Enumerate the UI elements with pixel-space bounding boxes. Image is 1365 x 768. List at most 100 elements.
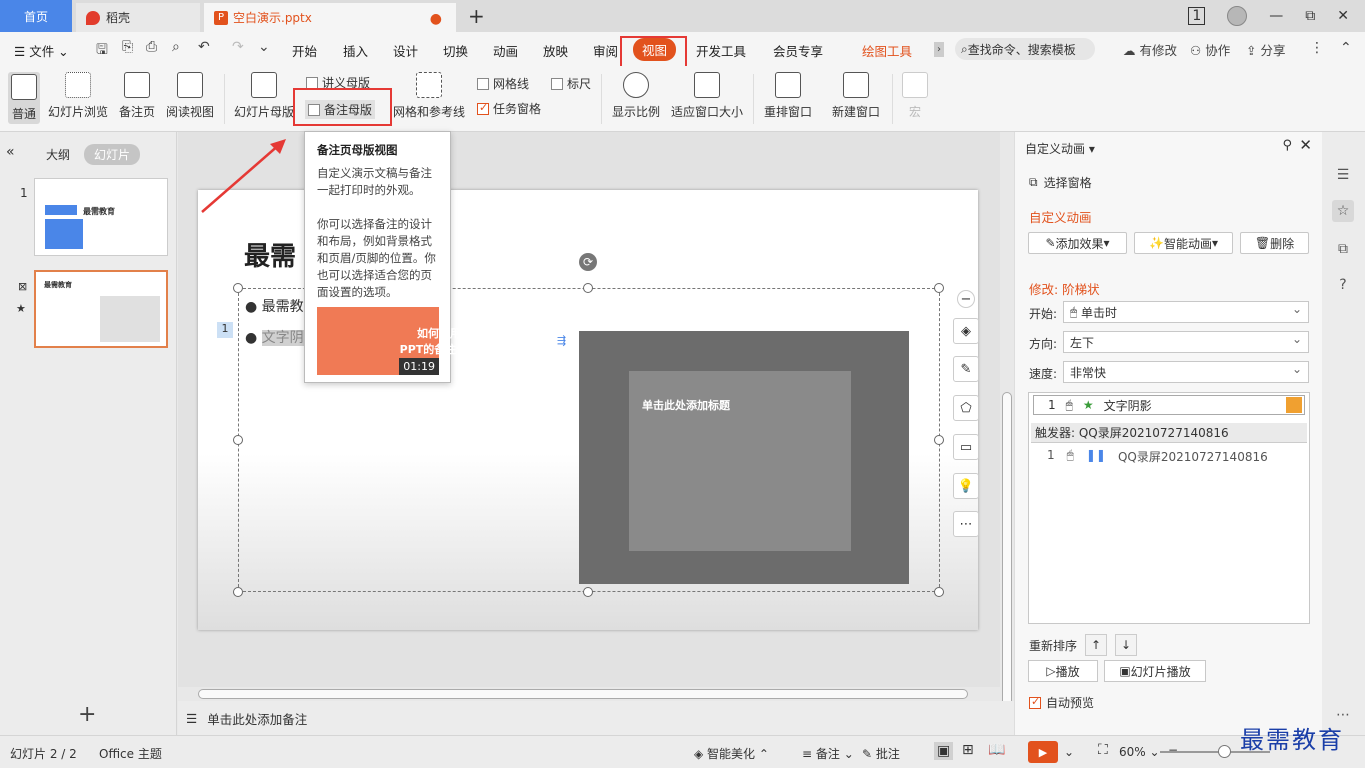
command-search[interactable]: ⌕ 查找命令、搜索模板 (955, 38, 1095, 60)
slideshow-play-icon[interactable]: ▶ (1028, 741, 1058, 763)
animation-item[interactable]: 1 🖱 ★ 文字阴影 (1033, 395, 1305, 415)
notes-placeholder[interactable]: 单击此处添加备注 (207, 709, 307, 728)
close-window-button[interactable]: ✕ (1337, 8, 1349, 24)
menu-developer[interactable]: 开发工具 (696, 41, 746, 60)
macro-button[interactable]: 宏 (902, 72, 928, 120)
tooltip-video[interactable]: 如何使用 PPT的备注母版 01:19 (317, 307, 478, 375)
speed-select[interactable]: 非常快 (1063, 361, 1309, 383)
zoom-button[interactable]: 显示比例 (612, 72, 660, 120)
play-options-icon[interactable]: ⌄ (1064, 745, 1074, 759)
bullet-item-1[interactable]: ● 最需教 (245, 296, 304, 316)
gridlines-checkbox[interactable]: 网格线 (477, 75, 529, 92)
grid-guides-button[interactable]: 网格和参考线 (393, 72, 465, 120)
task-pane-checkbox[interactable]: 任务窗格 (477, 100, 541, 117)
zoom-level[interactable]: 60% ⌄ (1119, 745, 1160, 759)
menu-review[interactable]: 审阅 (593, 41, 618, 60)
rotate-handle-icon[interactable]: ⟳ (579, 253, 597, 271)
collab-button[interactable]: ⚇ 协作 (1190, 40, 1230, 59)
resize-handle[interactable] (583, 587, 593, 597)
collapse-toolbar-icon[interactable]: − (957, 290, 975, 308)
bullet-item-2[interactable]: ● 文字阴 (245, 327, 304, 347)
reading-view-button[interactable]: 阅读视图 (166, 72, 214, 120)
resize-handle[interactable] (934, 435, 944, 445)
restore-button[interactable]: ⧉ (1305, 8, 1315, 24)
resize-handle[interactable] (233, 435, 243, 445)
window-count-badge[interactable]: 1 (1188, 7, 1206, 25)
zoom-out-icon[interactable]: − (1168, 743, 1178, 757)
pin-icon[interactable]: ⚲ (1282, 138, 1292, 153)
delete-button[interactable]: 🗑 删除 (1240, 232, 1309, 254)
select-pane-button[interactable]: ⧉ 选择窗格 (1029, 174, 1092, 191)
more-quick-tools-icon[interactable]: ⌄ (258, 39, 270, 55)
ruler-checkbox[interactable]: 标尺 (551, 75, 591, 92)
avatar[interactable] (1227, 6, 1248, 26)
fit-slide-icon[interactable]: ⛶ (1098, 742, 1108, 758)
minimize-button[interactable]: — (1269, 8, 1283, 24)
slide-browse-button[interactable]: 幻灯片浏览 (48, 72, 108, 120)
theme-name[interactable]: Office 主题 (99, 745, 162, 762)
auto-preview-checkbox[interactable]: 自动预览 (1029, 694, 1094, 711)
hscroll-thumb[interactable] (198, 689, 968, 699)
normal-view-button[interactable]: 普通 (8, 72, 40, 124)
resize-handle[interactable] (934, 283, 944, 293)
fit-window-button[interactable]: 适应窗口大小 (671, 72, 743, 120)
tab-document[interactable]: P 空白演示.pptx ● (204, 3, 456, 32)
redo-icon[interactable]: ↷ (232, 39, 244, 55)
direction-select[interactable]: 左下 (1063, 331, 1309, 353)
normal-view-icon[interactable]: ▣ (934, 742, 954, 760)
export-icon[interactable]: ⎘ (122, 39, 133, 55)
outline-tab[interactable]: 大纲 (46, 146, 70, 163)
switch-pane-icon[interactable]: ⧉ (1332, 238, 1354, 260)
pane-title[interactable]: 自定义动画 ▾ (1025, 140, 1095, 157)
resize-handle[interactable] (233, 283, 243, 293)
lightbulb-icon[interactable]: 💡 (953, 473, 979, 499)
menu-drawing-tools[interactable]: 绘图工具 (862, 41, 912, 60)
arrange-windows-button[interactable]: 重排窗口 (764, 72, 812, 120)
print-preview-icon[interactable]: ⌕ (172, 39, 180, 55)
menu-home[interactable]: 开始 (292, 41, 317, 60)
more-tools-icon[interactable]: ⋯ (953, 511, 979, 537)
tab-daoke[interactable]: 稻壳 (76, 3, 200, 32)
menu-design[interactable]: 设计 (393, 41, 418, 60)
resize-handle[interactable] (934, 587, 944, 597)
start-select[interactable]: 🖱 单击时 (1063, 301, 1309, 323)
menu-slideshow[interactable]: 放映 (543, 41, 568, 60)
video-object[interactable] (579, 331, 909, 584)
slideshow-button[interactable]: ▣ 幻灯片播放 (1104, 660, 1206, 682)
share-button[interactable]: ⇪ 分享 (1246, 40, 1285, 59)
help-icon[interactable]: ? (1332, 274, 1354, 296)
add-effect-button[interactable]: ✎ 添加效果 ▾ (1028, 232, 1127, 254)
move-down-icon[interactable]: ↓ (1115, 634, 1138, 656)
layers-icon[interactable]: ◈ (953, 318, 979, 344)
slide-thumbnail-2[interactable]: 最需教育 (34, 270, 168, 348)
menu-scroll-right[interactable]: › (934, 42, 944, 57)
comments-button[interactable]: ✎ 批注 (862, 745, 900, 762)
settings-sliders-icon[interactable]: ☰ (1332, 164, 1354, 186)
move-up-icon[interactable]: ↑ (1085, 634, 1108, 656)
vertical-scrollbar[interactable] (1000, 132, 1014, 762)
notes-page-button[interactable]: 备注页 (119, 72, 155, 120)
new-window-button[interactable]: 新建窗口 (832, 72, 880, 120)
fill-icon[interactable]: ⬠ (953, 395, 979, 421)
slide-title[interactable]: 最需 (244, 236, 296, 273)
menu-insert[interactable]: 插入 (343, 41, 368, 60)
smart-beautify-button[interactable]: ◈ 智能美化 ⌃ (694, 745, 769, 762)
item-dropdown-icon[interactable] (1286, 397, 1302, 413)
more-options-icon[interactable]: ⋮ (1310, 40, 1324, 56)
notes-bar[interactable]: ☰ 单击此处添加备注 (178, 701, 1014, 735)
frame-icon[interactable]: ▭ (953, 434, 979, 460)
file-menu[interactable]: ☰ 文件 ⌄ (14, 41, 69, 60)
resize-handle[interactable] (233, 587, 243, 597)
edit-status[interactable]: ☁ 有修改 (1123, 40, 1177, 59)
smart-animation-button[interactable]: ✨ 智能动画 ▾ (1134, 232, 1233, 254)
zoom-slider-knob[interactable] (1218, 745, 1231, 758)
collapse-panel-icon[interactable]: « (6, 144, 15, 160)
collapse-ribbon-icon[interactable]: ⌃ (1340, 40, 1352, 56)
print-icon[interactable]: ⎙ (146, 39, 157, 55)
notes-toggle-button[interactable]: ≡ 备注 ⌄ (802, 745, 854, 762)
undo-icon[interactable]: ↶ (198, 39, 210, 55)
slide-sorter-icon[interactable]: ⊞ (962, 742, 974, 758)
animation-star-icon[interactable]: ☆ (1332, 200, 1354, 222)
add-slide-button[interactable]: + (78, 702, 96, 727)
horizontal-scrollbar[interactable] (178, 687, 1000, 701)
